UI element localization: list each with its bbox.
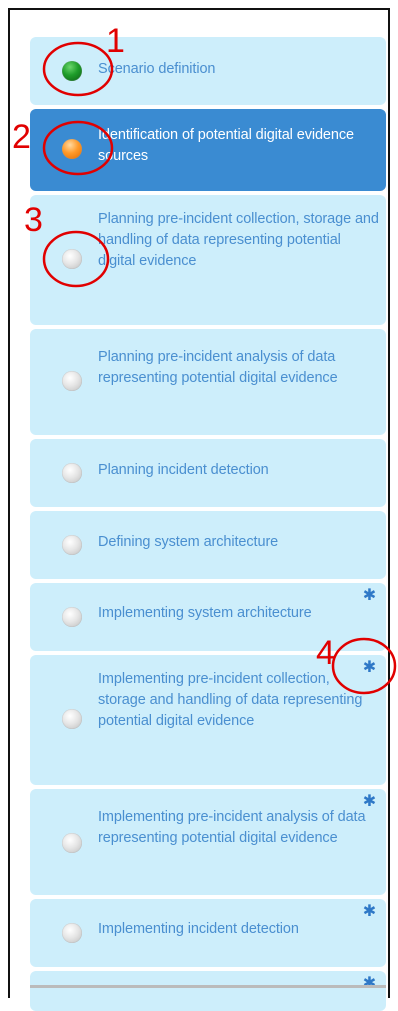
step-planning-incident-detection[interactable]: Planning incident detection — [30, 439, 386, 507]
step-label: Scenario definition — [98, 61, 216, 77]
annotation-number-3: 3 — [24, 201, 43, 239]
panel-bottom-border — [30, 985, 386, 988]
step-identification-sources[interactable]: Identification of potential digital evid… — [30, 109, 386, 191]
asterisk-icon: ✱ — [362, 657, 376, 676]
annotation-number-1: 1 — [106, 22, 125, 60]
step-defining-architecture[interactable]: Defining system architecture — [30, 511, 386, 579]
status-pending-icon — [62, 371, 82, 391]
step-planning-collection[interactable]: Planning pre-incident collection, storag… — [30, 195, 386, 325]
status-in-progress-icon — [62, 139, 82, 159]
annotation-number-2: 2 — [12, 118, 31, 156]
step-label: Planning pre-incident analysis of data r… — [98, 349, 338, 386]
status-pending-icon — [62, 463, 82, 483]
asterisk-icon: ✱ — [362, 973, 376, 992]
step-label: Implementing system architecture — [98, 605, 312, 621]
asterisk-icon: ✱ — [362, 585, 376, 604]
step-implementing-analysis[interactable]: Implementing pre-incident analysis of da… — [30, 789, 386, 895]
status-pending-icon — [62, 535, 82, 555]
status-pending-icon — [62, 833, 82, 853]
step-planning-analysis[interactable]: Planning pre-incident analysis of data r… — [30, 329, 386, 435]
step-label: Implementing incident detection — [98, 921, 299, 937]
step-label: Implementing pre-incident collection, st… — [98, 671, 363, 729]
status-pending-icon — [62, 249, 82, 269]
step-label: Identification of potential digital evid… — [98, 127, 354, 164]
annotation-number-4: 4 — [316, 634, 335, 672]
step-partial[interactable]: ✱ — [30, 971, 386, 1011]
asterisk-icon: ✱ — [362, 901, 376, 920]
step-scenario-definition[interactable]: Scenario definition — [30, 37, 386, 105]
step-implementing-collection[interactable]: Implementing pre-incident collection, st… — [30, 655, 386, 785]
asterisk-icon: ✱ — [362, 791, 376, 810]
status-pending-icon — [62, 709, 82, 729]
step-implementing-incident-detection[interactable]: Implementing incident detection ✱ — [30, 899, 386, 967]
status-pending-icon — [62, 923, 82, 943]
step-label: Defining system architecture — [98, 534, 279, 550]
step-label: Implementing pre-incident analysis of da… — [98, 809, 366, 846]
step-label: Planning incident detection — [98, 462, 269, 478]
step-label: Planning pre-incident collection, storag… — [98, 211, 379, 269]
status-pending-icon — [62, 607, 82, 627]
status-complete-icon — [62, 61, 82, 81]
